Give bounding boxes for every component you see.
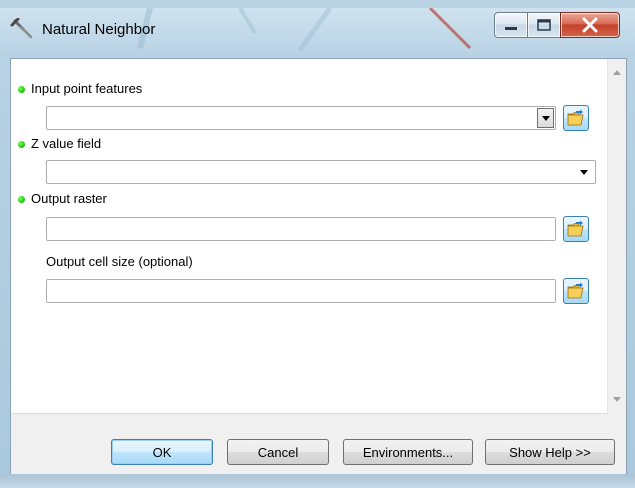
open-folder-icon bbox=[567, 220, 584, 237]
scroll-down-icon[interactable] bbox=[613, 397, 621, 403]
scroll-up-icon[interactable] bbox=[613, 69, 621, 75]
output-raster-browse-button[interactable] bbox=[563, 216, 589, 242]
ok-button[interactable]: OK bbox=[111, 439, 213, 465]
open-folder-icon bbox=[567, 109, 584, 126]
chevron-down-icon bbox=[580, 170, 588, 175]
output-cell-size-browse-button[interactable] bbox=[563, 278, 589, 304]
close-button[interactable] bbox=[560, 12, 620, 38]
required-indicator-icon bbox=[18, 141, 25, 148]
output-cell-size-input[interactable] bbox=[46, 279, 556, 303]
required-indicator-icon bbox=[18, 86, 25, 93]
show-help-button[interactable]: Show Help >> bbox=[485, 439, 615, 465]
environments-button[interactable]: Environments... bbox=[343, 439, 473, 465]
minimize-button[interactable] bbox=[494, 12, 528, 38]
close-icon bbox=[582, 17, 598, 33]
chevron-down-icon bbox=[542, 116, 550, 121]
output-cell-size-label: Output cell size (optional) bbox=[46, 254, 193, 269]
parameters-panel: Input point features Z value field Outpu… bbox=[11, 59, 608, 414]
z-value-field-dropdown[interactable] bbox=[46, 160, 596, 184]
dialog-window: Natural Neighbor Input point features Z … bbox=[0, 8, 635, 488]
window-bottom-edge bbox=[0, 474, 635, 488]
window-title: Natural Neighbor bbox=[42, 21, 156, 38]
vertical-scrollbar[interactable] bbox=[608, 59, 626, 413]
required-indicator-icon bbox=[18, 196, 25, 203]
input-point-features-combo[interactable] bbox=[46, 106, 556, 130]
output-raster-input[interactable] bbox=[46, 217, 556, 241]
input-browse-button[interactable] bbox=[563, 105, 589, 131]
z-value-field-label: Z value field bbox=[31, 136, 102, 151]
title-bar[interactable]: Natural Neighbor bbox=[0, 8, 635, 48]
output-raster-label: Output raster bbox=[31, 191, 107, 206]
maximize-icon bbox=[537, 19, 551, 31]
input-point-features-label: Input point features bbox=[31, 81, 143, 96]
maximize-button[interactable] bbox=[527, 12, 561, 38]
combo-dropdown-button[interactable] bbox=[537, 108, 554, 128]
cancel-button[interactable]: Cancel bbox=[227, 439, 329, 465]
hammer-tool-icon bbox=[10, 17, 34, 42]
dialog-client-area: Input point features Z value field Outpu… bbox=[10, 58, 627, 482]
minimize-icon bbox=[505, 27, 517, 30]
open-folder-icon bbox=[567, 282, 584, 299]
